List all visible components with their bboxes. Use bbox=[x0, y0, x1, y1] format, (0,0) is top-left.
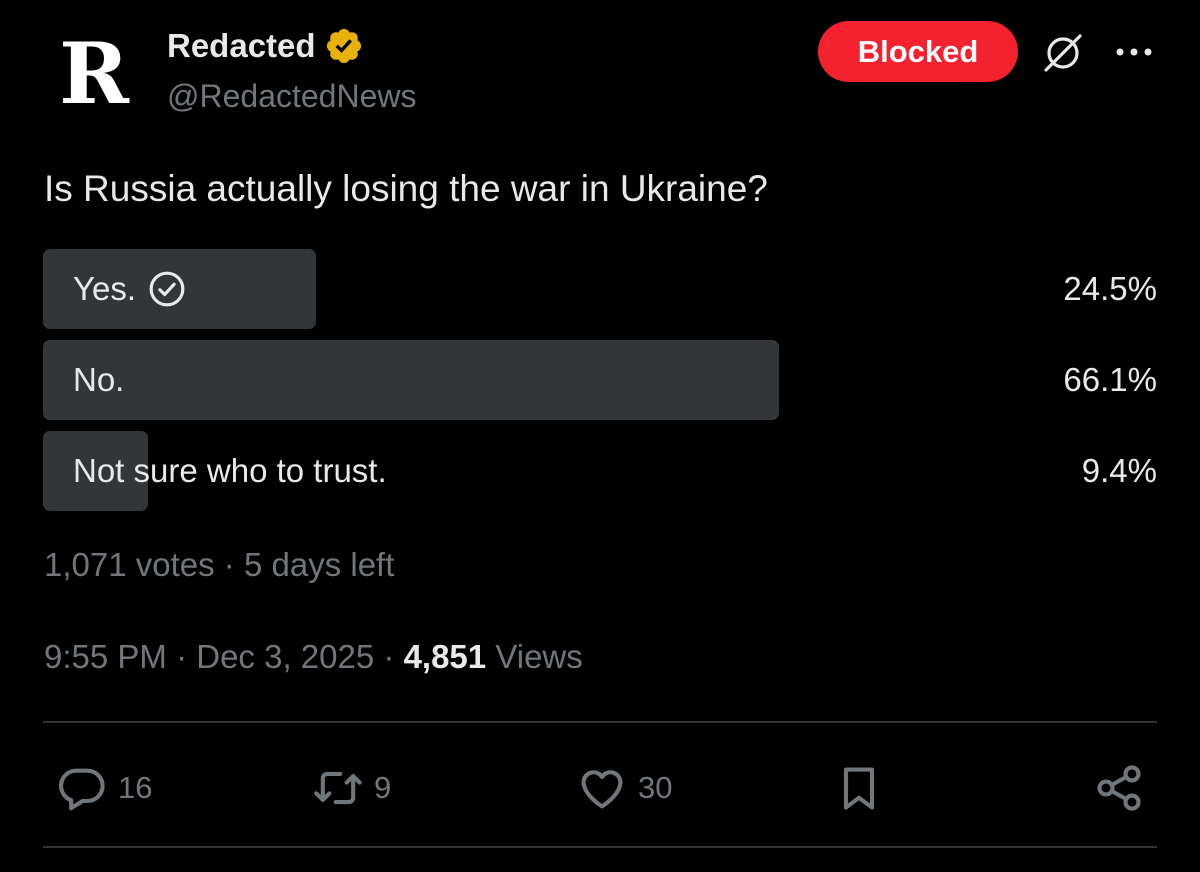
poll-option-no[interactable]: No. 66.1% bbox=[43, 340, 1157, 420]
author-handle[interactable]: @RedactedNews bbox=[167, 78, 416, 115]
checkmark-circle-icon bbox=[149, 271, 185, 307]
post-timestamp: 9:55 PM · Dec 3, 2025 · 4,851 Views bbox=[44, 638, 583, 676]
poll-meta-separator: · bbox=[223, 546, 235, 583]
post-text: Is Russia actually losing the war in Ukr… bbox=[44, 168, 768, 209]
heart-icon bbox=[581, 770, 623, 809]
grok-icon[interactable] bbox=[1040, 30, 1086, 76]
poll-time-left: 5 days left bbox=[243, 546, 395, 583]
poll-option-percent: 9.4% bbox=[1081, 452, 1157, 489]
reply-button[interactable]: 16 bbox=[56, 760, 152, 816]
poll-option-label: No. bbox=[73, 340, 124, 420]
poll-option-yes[interactable]: Yes. 24.5% bbox=[43, 249, 1157, 329]
repost-icon bbox=[314, 771, 362, 805]
repost-button[interactable]: 9 bbox=[312, 760, 391, 816]
repost-count: 9 bbox=[374, 770, 392, 805]
views-count[interactable]: 4,851 bbox=[404, 638, 487, 675]
divider bbox=[43, 721, 1157, 723]
timestamp-separator: · bbox=[176, 638, 188, 675]
timestamp-separator: · bbox=[383, 638, 395, 675]
poll-option-label: Yes. bbox=[73, 249, 186, 329]
share-button[interactable] bbox=[1093, 760, 1145, 816]
blocked-button[interactable]: Blocked bbox=[818, 21, 1018, 82]
poll-option-label: Not sure who to trust. bbox=[73, 431, 387, 511]
share-icon bbox=[1097, 765, 1141, 811]
poll-bar bbox=[43, 340, 780, 420]
more-icon[interactable] bbox=[1113, 40, 1155, 64]
poll-option-text: No. bbox=[73, 361, 125, 398]
reply-icon bbox=[58, 768, 105, 811]
post-date[interactable]: Dec 3, 2025 bbox=[196, 638, 374, 675]
bookmark-icon bbox=[843, 767, 875, 810]
poll-option-percent: 24.5% bbox=[1063, 270, 1157, 307]
author-name-row: Redacted bbox=[167, 26, 364, 66]
poll-votes: 1,071 votes bbox=[44, 546, 215, 583]
poll-option-text: Yes. bbox=[73, 270, 137, 307]
display-name[interactable]: Redacted bbox=[167, 27, 316, 65]
like-button[interactable]: 30 bbox=[576, 760, 672, 816]
views-label: Views bbox=[495, 638, 583, 675]
avatar[interactable]: R bbox=[44, 24, 144, 124]
avatar-letter: R bbox=[59, 24, 129, 123]
like-count: 30 bbox=[638, 770, 673, 805]
post-time[interactable]: 9:55 PM bbox=[44, 638, 167, 675]
poll-option-not-sure[interactable]: Not sure who to trust. 9.4% bbox=[43, 431, 1157, 511]
poll-option-text: Not sure who to trust. bbox=[73, 452, 387, 489]
divider bbox=[43, 846, 1157, 848]
poll-meta: 1,071 votes · 5 days left bbox=[44, 546, 394, 584]
bookmark-button[interactable] bbox=[833, 760, 885, 816]
reply-count: 16 bbox=[118, 770, 153, 805]
poll-option-percent: 66.1% bbox=[1063, 361, 1157, 398]
verified-badge-icon[interactable] bbox=[324, 26, 364, 66]
